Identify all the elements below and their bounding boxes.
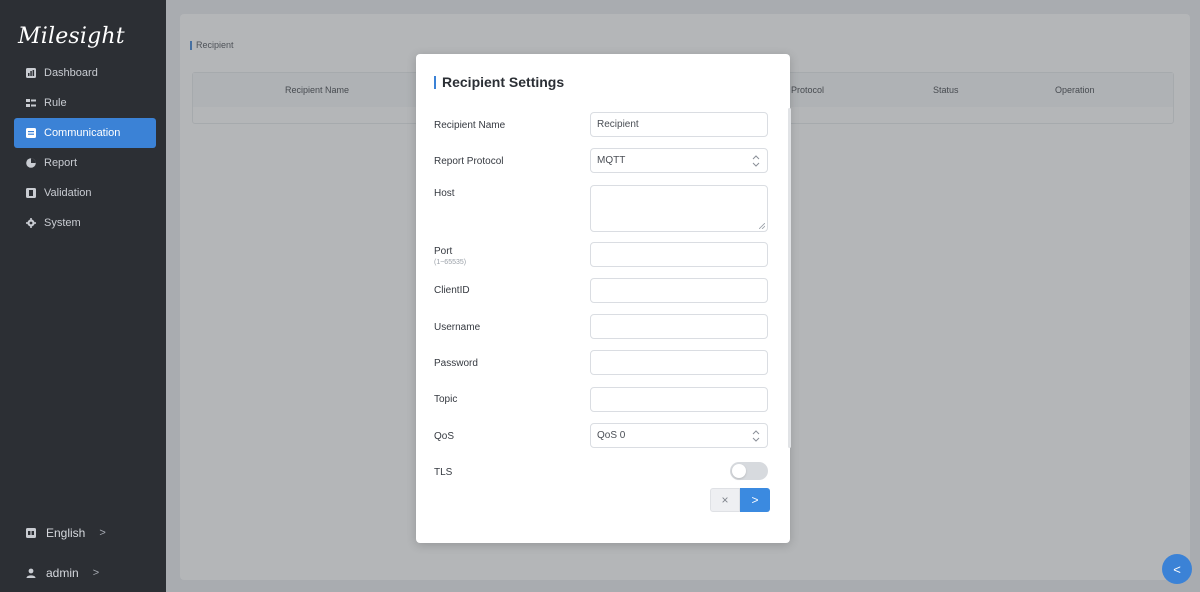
- topic-label: Topic: [434, 394, 458, 405]
- report-protocol-value: MQTT: [597, 155, 626, 166]
- user-icon: [26, 568, 36, 578]
- chevron-right-icon: >: [99, 527, 106, 539]
- user-label: admin: [46, 566, 79, 580]
- dialog-scrollbar[interactable]: [788, 108, 791, 448]
- collapse-button[interactable]: <: [1162, 554, 1192, 584]
- validation-icon: [26, 188, 36, 198]
- password-label: Password: [434, 358, 478, 369]
- sidebar-item-dashboard[interactable]: Dashboard: [14, 58, 158, 88]
- report-protocol-select[interactable]: MQTT: [590, 148, 768, 173]
- sidebar-item-label: Communication: [44, 127, 121, 139]
- port-label: Port: [434, 246, 453, 257]
- language-selector[interactable]: English >: [26, 526, 106, 540]
- recipient-name-label: Recipient Name: [434, 120, 506, 131]
- dashboard-icon: [26, 68, 36, 78]
- report-icon: [26, 158, 36, 168]
- close-icon: ×: [721, 493, 729, 507]
- user-menu[interactable]: admin >: [26, 566, 99, 580]
- host-textarea[interactable]: [590, 185, 768, 232]
- topic-input[interactable]: [590, 387, 768, 412]
- select-arrows-icon: [752, 155, 760, 167]
- recipient-name-input[interactable]: Recipient: [590, 112, 768, 137]
- sidebar-item-report[interactable]: Report: [14, 148, 158, 178]
- language-icon: [26, 528, 36, 538]
- client-id-label: ClientID: [434, 285, 470, 296]
- port-input[interactable]: [590, 242, 768, 267]
- sidebar-item-label: Report: [44, 157, 78, 169]
- chevron-right-icon: >: [751, 493, 759, 507]
- qos-label: QoS: [434, 431, 455, 442]
- sidebar-item-rule[interactable]: Rule: [14, 88, 158, 118]
- dialog-title-text: Recipient Settings: [442, 74, 565, 90]
- sidebar-item-label: Rule: [44, 97, 67, 109]
- rule-icon: [26, 98, 36, 108]
- password-input[interactable]: [590, 350, 768, 375]
- toggle-knob: [732, 464, 746, 478]
- chevron-right-icon: >: [92, 567, 100, 579]
- dialog-title: Recipient Settings: [434, 74, 564, 90]
- report-protocol-label: Report Protocol: [434, 156, 504, 167]
- username-label: Username: [434, 322, 481, 333]
- sidebar-item-communication[interactable]: Communication: [14, 118, 156, 148]
- qos-select[interactable]: QoS 0: [590, 423, 768, 448]
- recipient-settings-dialog: Recipient Settings Recipient Name Recipi…: [416, 54, 791, 543]
- sidebar-item-system[interactable]: System: [14, 208, 158, 238]
- sidebar-item-label: System: [44, 217, 81, 229]
- communication-icon: [26, 128, 36, 138]
- language-label: English: [46, 526, 86, 540]
- title-marker: [434, 75, 436, 89]
- system-icon: [26, 218, 36, 228]
- sidebar-nav: Dashboard Rule Communication Report Vali…: [0, 58, 166, 238]
- next-button[interactable]: >: [740, 488, 770, 512]
- resize-grip-icon[interactable]: [759, 223, 765, 229]
- sidebar-item-label: Dashboard: [44, 67, 98, 79]
- tls-label: TLS: [434, 467, 453, 478]
- qos-value: QoS 0: [597, 430, 626, 441]
- cancel-button[interactable]: ×: [710, 488, 740, 512]
- sidebar: Milesight Dashboard Rule Communication R…: [0, 0, 166, 592]
- port-range-hint: (1~65535): [434, 259, 467, 266]
- sidebar-item-validation[interactable]: Validation: [14, 178, 158, 208]
- select-arrows-icon: [752, 430, 760, 442]
- sidebar-item-label: Validation: [44, 187, 92, 199]
- chevron-left-icon: <: [1173, 561, 1181, 577]
- client-id-input[interactable]: [590, 278, 768, 303]
- logo: Milesight: [18, 24, 125, 49]
- tls-toggle[interactable]: [730, 462, 768, 480]
- username-input[interactable]: [590, 314, 768, 339]
- host-label: Host: [434, 188, 455, 199]
